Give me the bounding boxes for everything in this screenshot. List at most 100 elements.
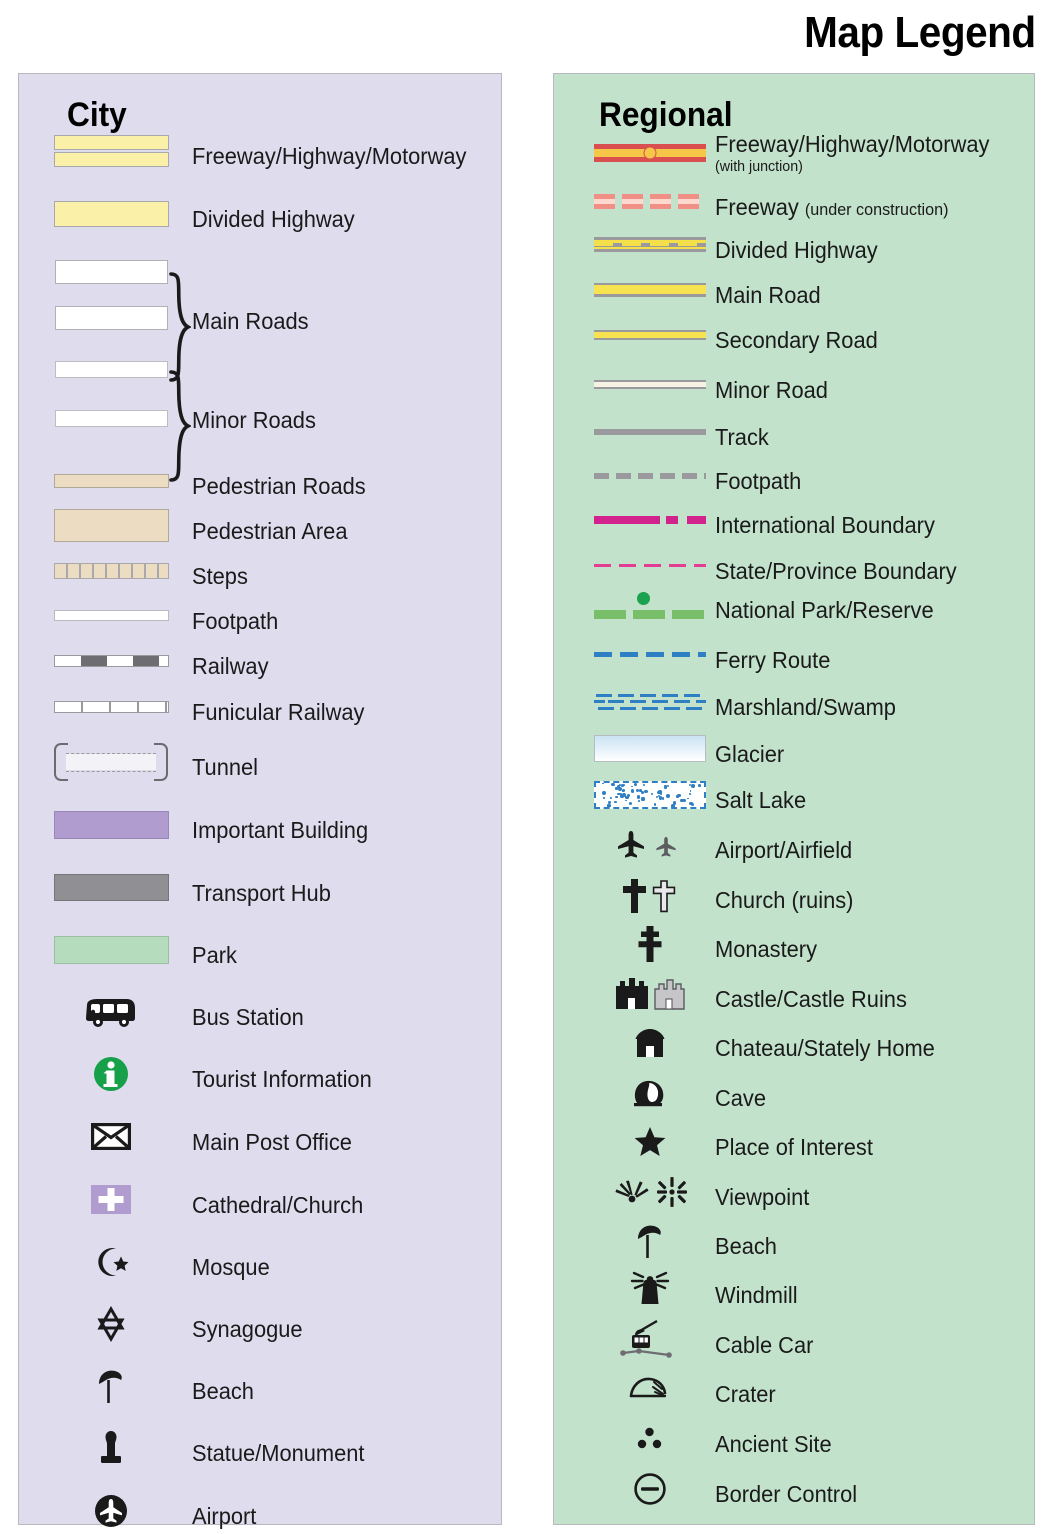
monastery-cross-icon [585,921,715,967]
legend-label: Church (ruins) [715,886,854,913]
legend-label: Ancient Site [715,1430,832,1457]
legend-label: Divided Highway [192,205,355,232]
freeway-junction-line-symbol [585,130,715,176]
legend-label-main: Freeway [715,193,799,220]
crescent-star-icon [46,1239,176,1285]
legend-label: Footpath [192,607,279,634]
beach-umbrella-icon [585,1218,715,1264]
legend-label: Crater [715,1380,776,1407]
legend-label: Freeway (under construction) [715,193,949,220]
track-solid-line-symbol [585,409,715,455]
legend-label: Divided Highway [715,236,878,263]
cable-car-icon [585,1317,715,1363]
legend-label: Minor Road [715,376,828,403]
envelope-icon [46,1114,176,1160]
legend-label: Monastery [715,935,818,962]
legend-label: Railway [192,652,269,679]
statue-icon [46,1425,176,1471]
legend-label: Tourist Information [192,1065,372,1092]
border-control-icon [585,1466,715,1512]
legend-label: National Park/Reserve [715,596,934,623]
legend-label: International Boundary [715,511,935,538]
legend-label: Glacier [715,740,785,767]
minor-road-line-symbol [585,362,715,408]
legend-label: Windmill [715,1281,798,1308]
legend-label: Viewpoint [715,1183,810,1210]
railway-dashed-band-symbol [46,638,176,684]
national-park-line-symbol [585,582,715,628]
important-building-block-symbol [46,802,176,848]
legend-label: Important Building [192,816,369,843]
legend-label: Airport [192,1502,257,1529]
legend-label: Beach [715,1232,777,1259]
legend-label: Freeway/Highway/Motorway (with junction) [715,130,990,175]
legend-label: Ferry Route [715,646,831,673]
legend-label: Main Road [715,281,821,308]
legend-label: Border Control [715,1480,858,1507]
legend-label: Beach [192,1377,254,1404]
airplane-pair-icon [585,822,715,868]
divided-highway-band-symbol [46,191,176,237]
page-title: Map Legend [804,8,1036,57]
salt-lake-speckled-block-symbol [585,772,715,818]
legend-label: Steps [192,562,248,589]
legend-label: Castle/Castle Ruins [715,985,907,1012]
legend-label: Footpath [715,467,802,494]
legend-label: Pedestrian Area [192,517,348,544]
glacier-gradient-block-symbol [585,726,715,772]
legend-label: Tunnel [192,753,259,780]
legend-label: Chateau/Stately Home [715,1034,935,1061]
legend-label: Secondary Road [715,326,878,353]
legend-label: Main Roads [192,307,309,334]
main-road-band-symbol [46,295,176,341]
legend-label: Cable Car [715,1331,814,1358]
windmill-icon [585,1267,715,1313]
marshland-dashes-symbol [585,679,715,725]
legend-label: Transport Hub [192,879,331,906]
ferry-dashed-line-symbol [585,632,715,678]
secondary-road-line-symbol [585,312,715,358]
legend-sublabel: (with junction) [715,157,803,175]
legend-label: Cathedral/Church [192,1191,364,1218]
legend-label: Synagogue [192,1315,303,1342]
international-boundary-line-symbol [585,497,715,543]
legend-label: Bus Station [192,1003,304,1030]
legend-label: Place of Interest [715,1133,873,1160]
legend-panel-city: City Freeway/Highway/Motorway Divided Hi… [18,73,502,1529]
transport-hub-block-symbol [46,865,176,911]
star-icon [585,1119,715,1165]
legend-label: Cave [715,1084,767,1111]
steps-hatched-band-symbol [46,548,176,594]
legend-label: Statue/Monument [192,1439,365,1466]
minor-road-band-symbol [46,347,176,393]
main-road-line-symbol [585,267,715,313]
legend-label: Minor Roads [192,406,316,433]
legend-sublabel: (under construction) [804,199,949,219]
castle-pair-icon [585,971,715,1017]
cave-icon [585,1070,715,1116]
freeway-double-band-symbol [46,128,176,174]
legend-label-main: Freeway/Highway/Motorway [715,130,990,157]
divided-highway-line-symbol [585,222,715,268]
legend-label: State/Province Boundary [715,557,957,584]
beach-umbrella-icon [46,1363,176,1409]
legend-label: Park [192,941,237,968]
cross-on-purple-icon [46,1177,176,1223]
park-block-symbol [46,927,176,973]
ancient-site-dots-icon [585,1416,715,1462]
main-road-band-symbol [46,249,176,295]
legend-label: Freeway/Highway/Motorway [192,142,467,169]
pedestrian-road-band-symbol [46,458,176,504]
bus-icon [46,989,176,1035]
chateau-icon [585,1020,715,1066]
tunnel-bracket-dashed-symbol [46,739,176,785]
legend-label: Mosque [192,1253,270,1280]
legend-label: Marshland/Swamp [715,693,896,720]
legend-label: Funicular Railway [192,698,365,725]
footpath-dashed-line-symbol [585,453,715,499]
star-of-david-icon [46,1301,176,1347]
footpath-thin-line-symbol [46,593,176,639]
freeway-construction-dashes-symbol [585,179,715,225]
viewpoint-pair-icon [585,1169,715,1215]
legend-label: Airport/Airfield [715,836,853,863]
